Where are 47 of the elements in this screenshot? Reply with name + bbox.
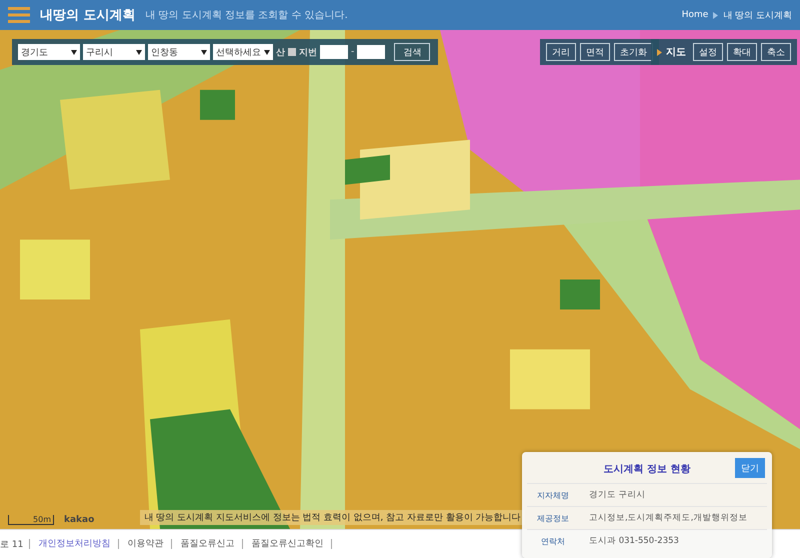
breadcrumb-link[interactable]: Home bbox=[682, 10, 708, 20]
footer-link[interactable]: 품질오류신고 bbox=[171, 539, 242, 549]
chevron-icon bbox=[713, 12, 718, 18]
map-control-button[interactable]: 확대 bbox=[727, 43, 757, 61]
map-attribution: kakao bbox=[64, 515, 94, 525]
dropdown-arrow-icon bbox=[136, 50, 142, 54]
site-title: 내땅의 도시계획 bbox=[40, 7, 136, 24]
dropdown-value: 선택하세요 bbox=[216, 46, 261, 58]
map-control-button[interactable]: 축소 bbox=[761, 43, 791, 61]
panel-title: 도시계획 정보 현황 bbox=[604, 463, 690, 476]
breadcrumb-link[interactable]: 내 땅의 도시계획 bbox=[723, 8, 792, 22]
jibun-label: 지번 bbox=[299, 46, 317, 58]
sub-number-field[interactable] bbox=[357, 45, 386, 59]
info-value: 도시과 031-550-2353 bbox=[588, 535, 679, 547]
dropdown-select[interactable]: 구리시 bbox=[83, 44, 145, 60]
measure-tool-button[interactable]: 면적 bbox=[580, 43, 610, 61]
san-label: 산 bbox=[276, 46, 285, 58]
separator-text: - bbox=[351, 47, 354, 57]
main-number-field[interactable] bbox=[320, 45, 348, 59]
site-subtitle: 내 땅의 도시계획 정보를 조회할 수 있습니다. bbox=[146, 9, 348, 22]
address-text: 로 11 bbox=[0, 538, 24, 550]
search-button[interactable]: 검색 bbox=[394, 43, 430, 61]
dropdown-arrow-icon bbox=[201, 50, 207, 54]
info-label: 연락처 bbox=[540, 536, 566, 546]
menu-icon[interactable] bbox=[8, 7, 30, 23]
footer-link[interactable]: 개인정보처리방침 bbox=[29, 539, 118, 549]
dropdown-select[interactable]: 선택하세요 bbox=[213, 44, 273, 60]
san-checkbox[interactable] bbox=[288, 48, 296, 56]
footer-link[interactable]: 품질오류신고확인 bbox=[242, 539, 332, 549]
measure-tool-button[interactable]: 거리 bbox=[546, 43, 576, 61]
info-label: 지자체명 bbox=[536, 490, 570, 500]
info-value: 고시정보,도시계획주제도,개발행위정보 bbox=[588, 512, 748, 524]
dropdown-value: 구리시 bbox=[86, 46, 113, 58]
info-label: 제공정보 bbox=[536, 512, 570, 524]
disclaimer-text: 내 땅의 도시계획 지도서비스에 정보는 법적 효력이 없으며, 참고 자료로만 활용이 가능합니다 bbox=[140, 510, 525, 525]
map-control-button[interactable]: 설정 bbox=[693, 43, 723, 61]
dropdown-select[interactable]: 경기도 bbox=[18, 44, 80, 60]
dropdown-arrow-icon bbox=[71, 50, 77, 54]
dropdown-select[interactable]: 인창동 bbox=[148, 44, 210, 60]
map-scale: 50m bbox=[8, 515, 54, 525]
dropdown-arrow-icon bbox=[264, 50, 270, 54]
dropdown-value: 인창동 bbox=[151, 46, 178, 58]
map-label: 지도 bbox=[666, 46, 686, 59]
chevron-icon bbox=[657, 48, 662, 56]
info-value: 경기도 구리시 bbox=[588, 489, 646, 501]
footer-link[interactable]: 이용약관 bbox=[118, 539, 172, 549]
dropdown-value: 경기도 bbox=[21, 46, 48, 58]
